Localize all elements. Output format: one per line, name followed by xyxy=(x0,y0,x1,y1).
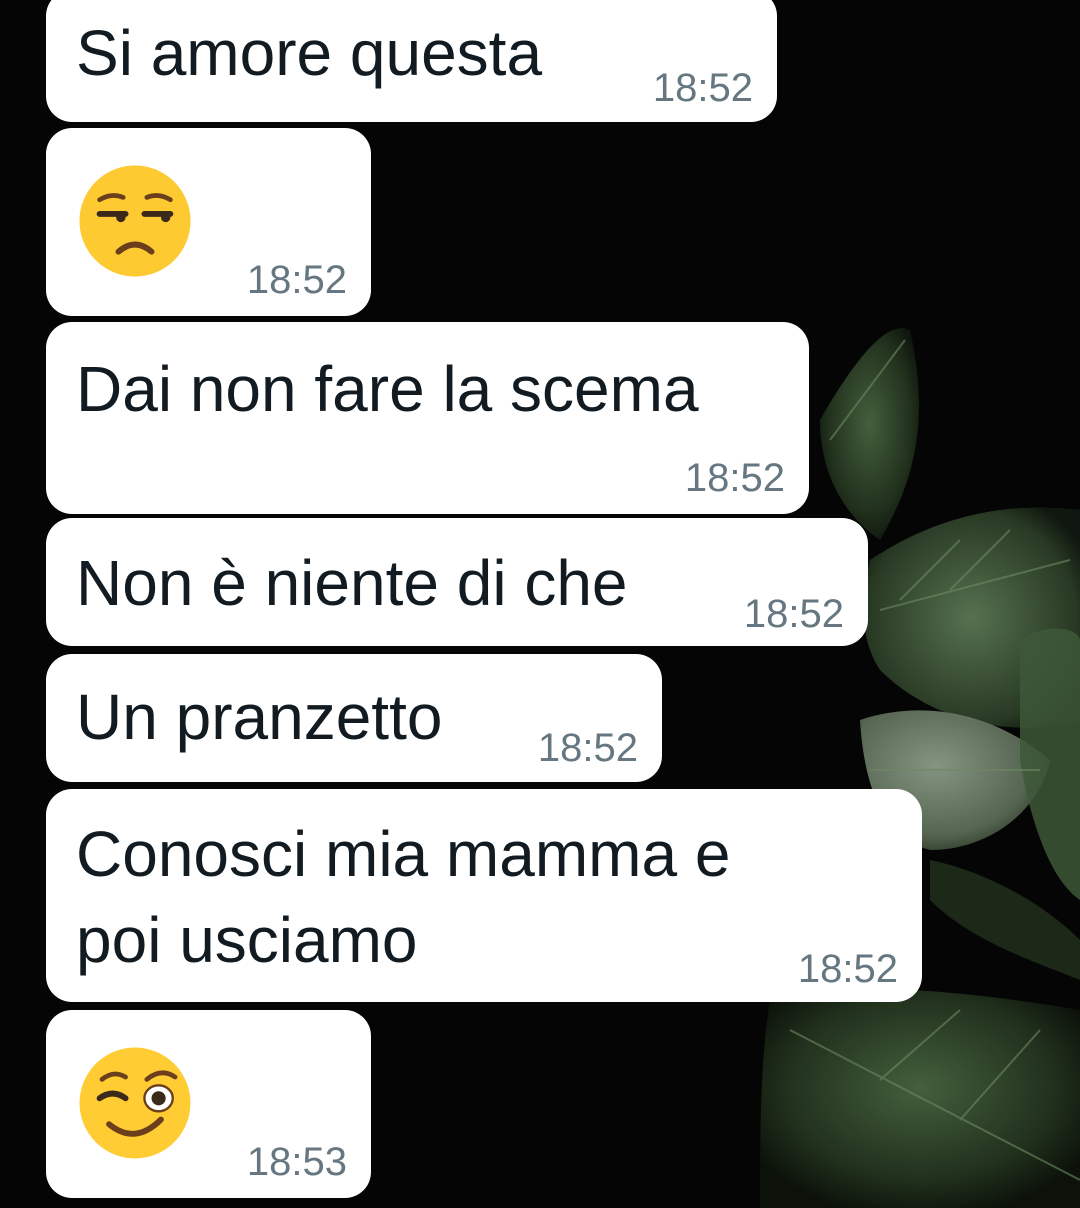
message-timestamp: 18:52 xyxy=(743,592,844,636)
message-timestamp: 18:53 xyxy=(246,1140,347,1184)
message-text: Dai non fare la scema xyxy=(76,353,699,425)
message-bubble[interactable]: Non è niente di che 18:52 xyxy=(46,518,868,646)
unamused-face-emoji xyxy=(79,165,191,277)
message-bubble[interactable]: Un pranzetto 18:52 xyxy=(46,654,662,782)
message-text: Un pranzetto xyxy=(76,681,443,753)
message-bubble[interactable]: Dai non fare la scema 18:52 xyxy=(46,322,809,514)
message-text-line-1: Conosci mia mamma e xyxy=(76,818,731,890)
message-text: Si amore questa xyxy=(76,17,543,89)
message-bubble[interactable]: 18:53 xyxy=(46,1010,371,1198)
message-text-line-2: poi usciamo xyxy=(76,904,418,976)
winking-face-emoji xyxy=(79,1047,191,1159)
message-timestamp: 18:52 xyxy=(537,726,638,770)
message-text: Non è niente di che xyxy=(76,547,628,619)
message-bubble[interactable]: Si amore questa 18:52 xyxy=(46,0,777,122)
message-timestamp: 18:52 xyxy=(684,456,785,500)
message-timestamp: 18:52 xyxy=(246,258,347,302)
message-bubble[interactable]: 18:52 xyxy=(46,128,371,316)
message-bubble[interactable]: Conosci mia mamma e poi usciamo 18:52 xyxy=(46,789,922,1002)
message-timestamp: 18:52 xyxy=(797,947,898,991)
message-timestamp: 18:52 xyxy=(652,66,753,110)
